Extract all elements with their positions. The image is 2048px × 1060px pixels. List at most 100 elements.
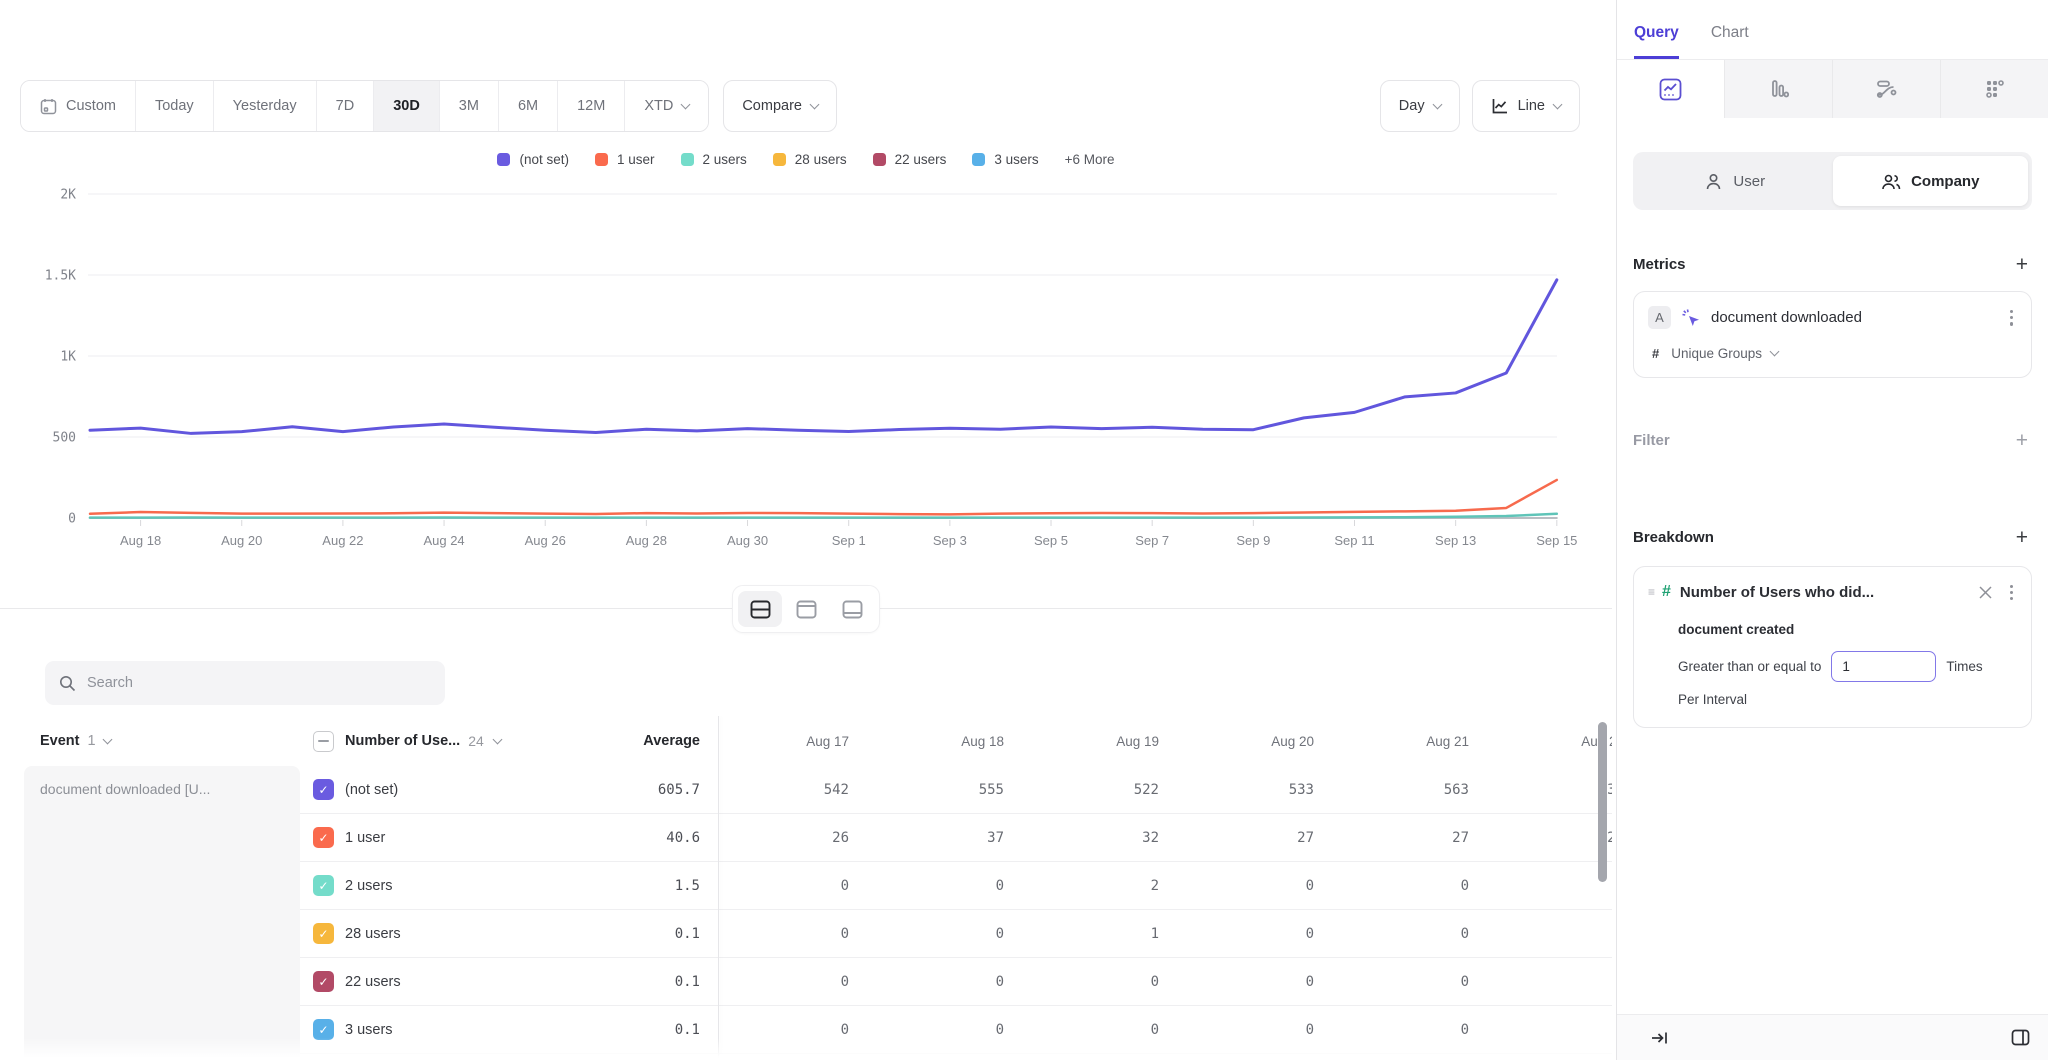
metric-card[interactable]: A document downloaded # Unique Groups — [1633, 291, 2032, 378]
date-range-button[interactable]: 12M — [558, 81, 625, 131]
layout-split-button[interactable] — [738, 591, 782, 627]
date-range-button[interactable]: Custom — [21, 81, 136, 131]
svg-text:Sep 15: Sep 15 — [1536, 533, 1577, 548]
date-range-label: XTD — [644, 98, 673, 114]
entity-company-label: Company — [1911, 173, 1979, 190]
toolbar: Custom Today Yesterday 7D 30D — [20, 80, 1580, 132]
row-checkbox[interactable]: ✓ — [313, 875, 334, 896]
date-range-label: 3M — [459, 98, 479, 114]
legend-item[interactable]: 3 users — [972, 152, 1038, 167]
breakdown-menu-button[interactable] — [2006, 581, 2017, 605]
legend-more-button[interactable]: +6 More — [1065, 152, 1115, 167]
add-breakdown-button[interactable]: + — [2012, 525, 2032, 550]
company-users-icon — [1881, 172, 1901, 191]
date-column-header[interactable]: Aug 21 — [1338, 734, 1493, 749]
value-cell: 0 — [873, 926, 1028, 942]
date-range-button[interactable]: XTD — [625, 81, 708, 131]
row-checkbox[interactable]: ✓ — [313, 1019, 334, 1040]
event-column-header[interactable]: Event 1 — [0, 733, 300, 749]
date-range-button[interactable]: 7D — [317, 81, 375, 131]
average-header[interactable]: Average — [643, 733, 700, 749]
legend-label: 1 user — [617, 152, 655, 167]
metric-menu-button[interactable] — [2006, 306, 2017, 330]
legend-row: (not set) 1 user 2 users 28 users 22 use… — [0, 152, 1612, 167]
chart-type-bar-tab[interactable] — [1724, 60, 1832, 118]
date-range-label: 7D — [336, 98, 355, 114]
breakdown-card[interactable]: ≡ # Number of Users who did... document … — [1633, 566, 2032, 729]
date-column-header[interactable]: Aug 18 — [873, 734, 1028, 749]
row-checkbox[interactable]: ✓ — [313, 827, 334, 848]
pane-splitter[interactable] — [0, 584, 1612, 632]
interval-button[interactable]: Day — [1380, 80, 1460, 132]
row-checkbox[interactable]: ✓ — [313, 779, 334, 800]
value-cell: 0 — [1183, 1022, 1338, 1038]
value-cell: 0 — [1338, 878, 1493, 894]
chart-type-button[interactable]: Line — [1472, 80, 1580, 132]
tab-query[interactable]: Query — [1634, 24, 1679, 59]
chart-type-more-tab[interactable] — [1940, 60, 2048, 118]
search-box — [45, 661, 445, 705]
table-row[interactable]: ✓ 1 user 40.6 263732272728 — [300, 814, 1612, 862]
add-metric-button[interactable]: + — [2012, 252, 2032, 277]
breakdown-event-name[interactable]: document created — [1678, 622, 2017, 637]
layout-table-only-button[interactable] — [830, 591, 874, 627]
measure-selector[interactable]: Unique Groups — [1671, 346, 1778, 361]
date-range-button[interactable]: 3M — [440, 81, 499, 131]
search-input[interactable] — [87, 675, 431, 691]
value-cell: 27 — [1338, 830, 1493, 846]
legend-item[interactable]: (not set) — [497, 152, 569, 167]
breakdown-per-interval[interactable]: Per Interval — [1678, 692, 2017, 707]
value-cell: 32 — [1028, 830, 1183, 846]
table-scrollbar[interactable] — [1598, 722, 1607, 882]
date-range-button[interactable]: 30D — [374, 81, 440, 131]
table-row[interactable]: ✓ 3 users 0.1 000000 — [300, 1006, 1612, 1054]
layout-chart-only-button[interactable] — [784, 591, 828, 627]
breakdown-card-title[interactable]: Number of Users who did... — [1680, 584, 1874, 601]
legend-item[interactable]: 28 users — [773, 152, 847, 167]
compare-button[interactable]: Compare — [723, 80, 837, 132]
legend-item[interactable]: 2 users — [681, 152, 747, 167]
table-row[interactable]: ✓ 22 users 0.1 000000 — [300, 958, 1612, 1006]
breakdown-value-input[interactable] — [1831, 651, 1936, 682]
chart-type-line-tab[interactable] — [1617, 60, 1724, 118]
row-average: 0.1 — [675, 926, 700, 942]
close-icon[interactable] — [1979, 586, 1992, 599]
date-range-button[interactable]: 6M — [499, 81, 558, 131]
legend-item[interactable]: 22 users — [873, 152, 947, 167]
select-all-checkbox[interactable] — [313, 731, 334, 752]
series-header-label[interactable]: Number of Use... — [345, 733, 460, 749]
entity-company-button[interactable]: Company — [1833, 156, 2029, 206]
breakdown-condition-label[interactable]: Greater than or equal to — [1678, 659, 1821, 674]
row-checkbox[interactable]: ✓ — [313, 923, 334, 944]
value-cell: 555 — [873, 782, 1028, 798]
legend-item[interactable]: 1 user — [595, 152, 655, 167]
series-count: 24 — [468, 733, 484, 749]
split-view-icon[interactable] — [2009, 1027, 2032, 1048]
date-column-header[interactable]: Aug 17 — [718, 734, 873, 749]
row-average: 0.1 — [675, 974, 700, 990]
table-row[interactable]: ✓ (not set) 605.7 542555522533563533 — [300, 766, 1612, 814]
tab-chart[interactable]: Chart — [1711, 24, 1749, 59]
entity-user-button[interactable]: User — [1637, 156, 1833, 206]
date-column-header[interactable]: Aug 22 — [1493, 734, 1612, 749]
add-filter-button[interactable]: + — [2012, 428, 2032, 453]
svg-text:Sep 1: Sep 1 — [832, 533, 866, 548]
svg-text:Aug 22: Aug 22 — [322, 533, 363, 548]
date-range-button[interactable]: Yesterday — [214, 81, 317, 131]
date-column-header[interactable]: Aug 20 — [1183, 734, 1338, 749]
collapse-panel-icon[interactable] — [1649, 1028, 1671, 1048]
svg-text:500: 500 — [53, 431, 76, 446]
chevron-down-icon — [492, 734, 502, 744]
line-chart[interactable]: 05001K1.5K2KAug 18Aug 20Aug 22Aug 24Aug … — [20, 180, 1580, 552]
date-column-header[interactable]: Aug 19 — [1028, 734, 1183, 749]
metric-event-name[interactable]: document downloaded — [1711, 309, 1862, 326]
row-checkbox[interactable]: ✓ — [313, 971, 334, 992]
value-cell: 0 — [1338, 926, 1493, 942]
table-row[interactable]: ✓ 28 users 0.1 001000 — [300, 910, 1612, 958]
chart-type-flow-tab[interactable] — [1832, 60, 1940, 118]
value-cell: 26 — [718, 830, 873, 846]
drag-handle-icon[interactable]: ≡ — [1648, 585, 1655, 599]
date-range-button[interactable]: Today — [136, 81, 214, 131]
dots-grid-icon — [1984, 78, 2006, 100]
table-row[interactable]: ✓ 2 users 1.5 002000 — [300, 862, 1612, 910]
